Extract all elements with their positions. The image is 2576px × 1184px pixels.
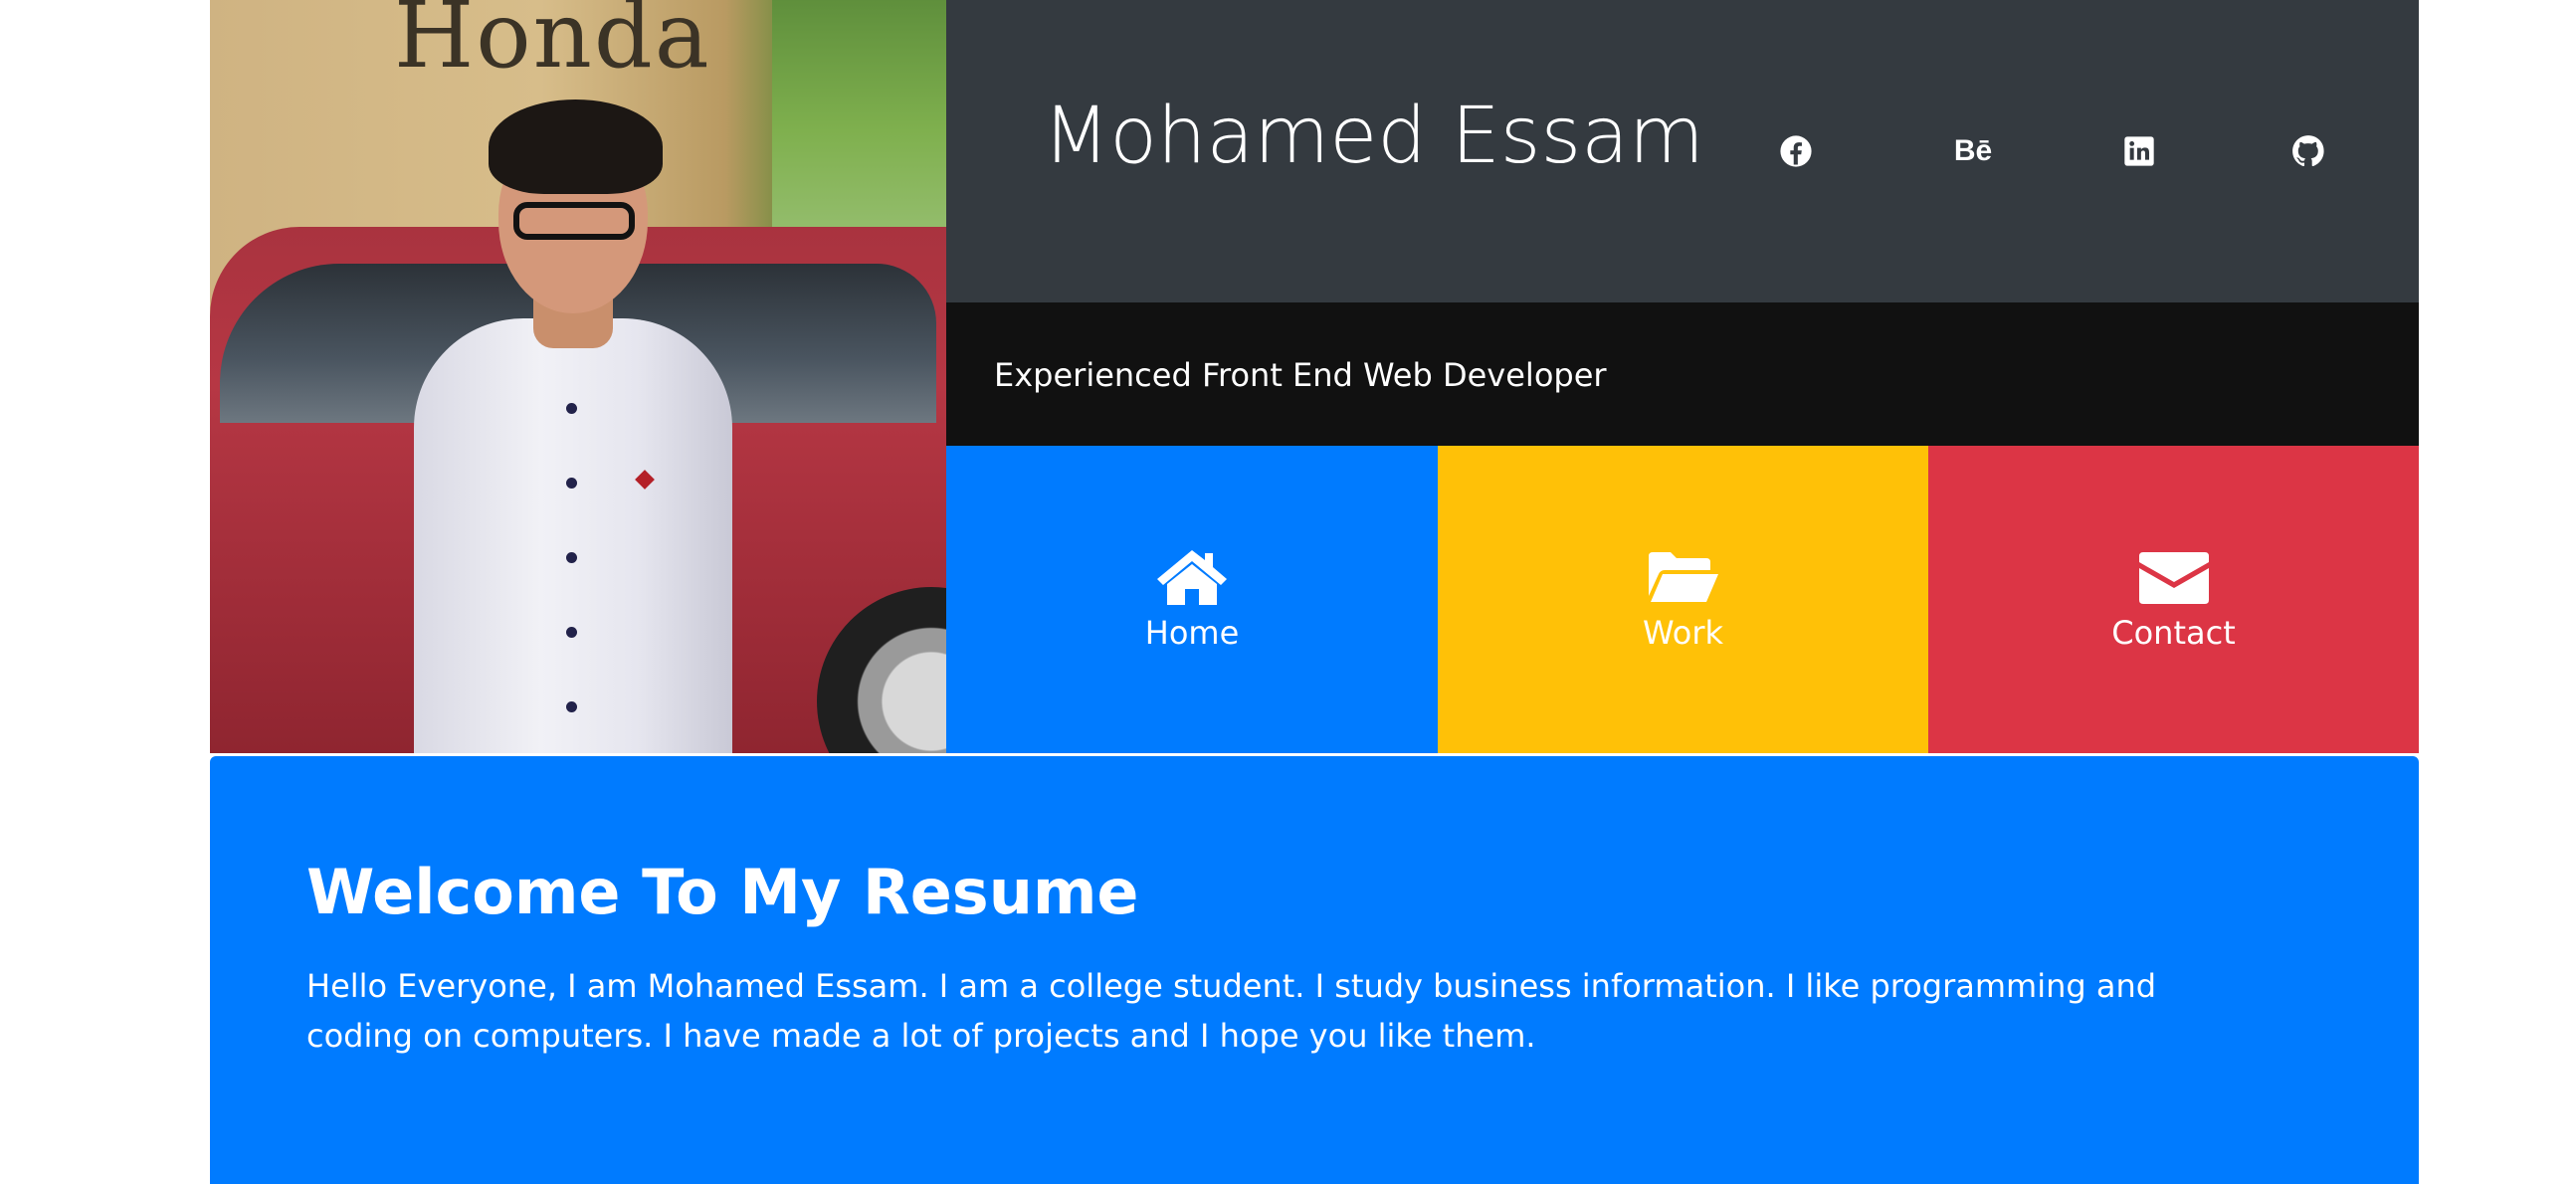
nav-tile-work[interactable]: Work [1438,446,1928,753]
welcome-text: Hello Everyone, I am Mohamed Essam. I am… [306,967,2157,1055]
nav-label-work: Work [1642,613,1724,652]
welcome-panel: Welcome To My Resume Hello Everyone, I a… [210,756,2419,1184]
photo-shirt [414,318,732,753]
photo-hair [489,99,663,194]
nav-label-contact: Contact [2111,613,2236,652]
welcome-title: Welcome To My Resume [306,856,1139,928]
profile-photo: Honda [210,0,946,753]
github-link[interactable] [2284,127,2332,175]
behance-link[interactable]: Bē [1943,127,2003,175]
github-icon [2292,135,2324,167]
folder-open-icon [1648,551,1718,602]
behance-icon: Bē [1953,134,1993,167]
photo-glasses [513,202,635,240]
linkedin-link[interactable] [2115,127,2163,175]
profile-name: Mohamed Essam [1043,92,1704,181]
photo-graffiti: Honda [394,0,711,89]
home-icon [1157,549,1227,605]
tagline-bar: Experienced Front End Web Developer [946,302,2419,446]
nav-tile-contact[interactable]: Contact [1928,446,2419,753]
nav-label-home: Home [1144,613,1240,652]
header-bar: Mohamed Essam Bē [946,0,2419,302]
facebook-icon [1780,135,1812,167]
linkedin-icon [2124,136,2154,166]
photo-person [389,95,757,753]
tagline: Experienced Front End Web Developer [994,356,1607,394]
envelope-icon [2138,551,2209,604]
nav-tile-home[interactable]: Home [946,446,1438,753]
facebook-link[interactable] [1772,127,1820,175]
